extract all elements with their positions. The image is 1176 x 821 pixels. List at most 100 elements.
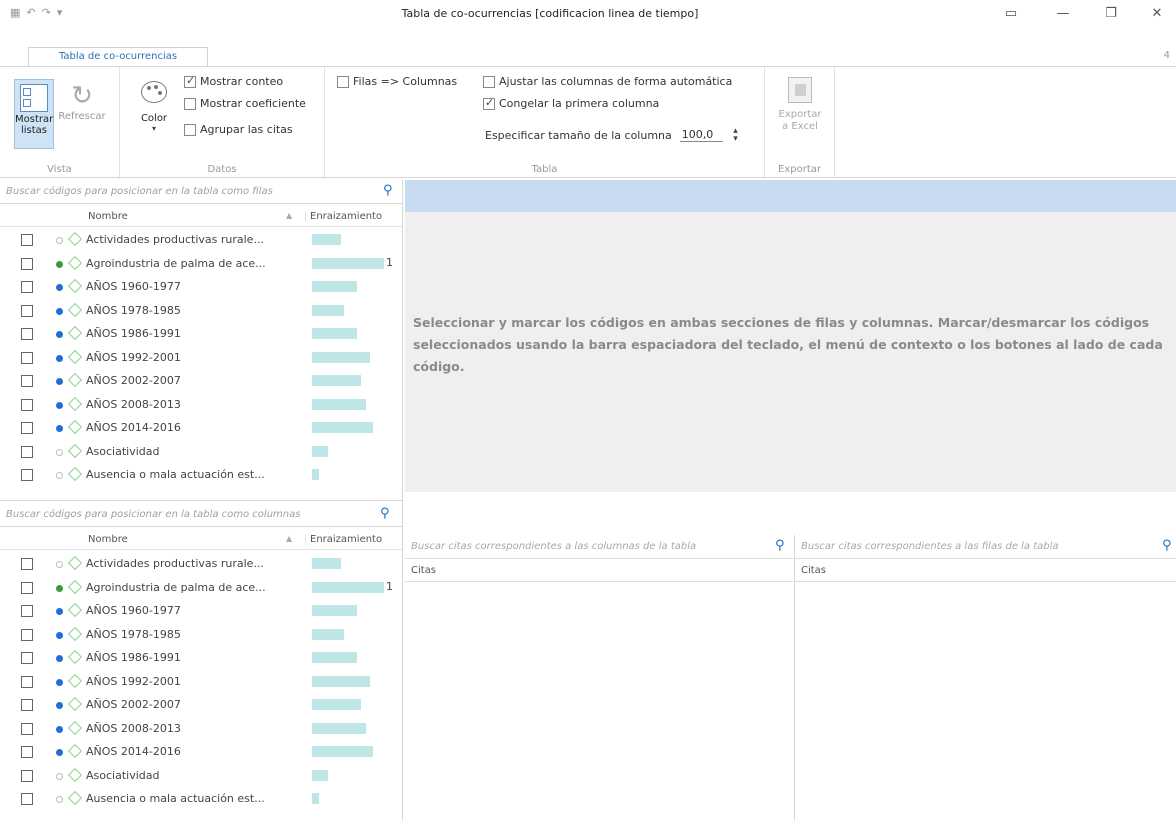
show-coefficient-box[interactable] (184, 97, 196, 110)
minimize-icon[interactable]: — (1048, 4, 1078, 24)
list-item[interactable]: AÑOS 1978-1985 (0, 624, 400, 648)
row-checkbox[interactable] (21, 746, 33, 758)
search-icon[interactable]: ⚲ (380, 506, 390, 521)
lists-icon (20, 84, 48, 112)
list-item[interactable]: Asociatividad (0, 765, 400, 789)
code-name: AÑOS 2014-2016 (86, 421, 181, 434)
search-icon[interactable]: ⚲ (775, 538, 785, 553)
row-checkbox[interactable] (21, 422, 33, 434)
cites-columns-search-input[interactable]: Buscar citas correspondientes a las colu… (411, 541, 696, 552)
list-item[interactable]: Ausencia o mala actuación est... (0, 788, 400, 812)
row-checkbox[interactable] (21, 558, 33, 570)
list-item[interactable]: AÑOS 2014-2016 (0, 741, 400, 765)
rows-col-rooting[interactable]: Enraizamiento (305, 211, 382, 222)
row-checkbox[interactable] (21, 398, 33, 411)
show-lists-button[interactable]: Mostrar listas (14, 79, 54, 149)
group-label-datos: Datos (207, 164, 237, 175)
list-item[interactable]: AÑOS 2008-2013 (0, 718, 400, 742)
horizontal-splitter[interactable] (0, 500, 402, 501)
rows-col-name[interactable]: Nombre (88, 211, 128, 222)
group-label-exportar: Exportar (778, 164, 821, 175)
export-excel-button[interactable]: Exportar a Excel (773, 77, 827, 149)
code-name: AÑOS 1960-1977 (86, 604, 181, 617)
column-size-label: Especificar tamaño de la columna (485, 128, 672, 142)
auto-fit-columns-box[interactable] (483, 75, 495, 88)
status-dot-icon (56, 772, 63, 780)
row-checkbox[interactable] (21, 769, 33, 782)
maximize-icon[interactable]: ❐ (1096, 4, 1126, 24)
list-item[interactable]: Agroindustria de palma de ace... 1 (0, 253, 400, 277)
cols-search-bar: Buscar códigos para posicionar en la tab… (0, 503, 402, 527)
row-checkbox[interactable] (21, 469, 33, 481)
column-size-spinner-icon[interactable]: ▴ ▾ (733, 127, 738, 144)
list-item[interactable]: Asociatividad (0, 441, 400, 465)
freeze-first-column-checkbox[interactable]: Congelar la primera columna (483, 96, 659, 110)
list-item[interactable]: Actividades productivas rurale... (0, 229, 400, 253)
rows-to-columns-box[interactable] (337, 75, 349, 88)
row-checkbox[interactable] (21, 304, 33, 317)
auto-fit-columns-checkbox[interactable]: Ajustar las columnas de forma automática (483, 75, 732, 88)
row-checkbox[interactable] (21, 445, 33, 458)
show-count-checkbox[interactable]: Mostrar conteo (184, 74, 283, 88)
list-item[interactable]: AÑOS 1992-2001 (0, 671, 400, 695)
cites-columns-title[interactable]: Citas (411, 565, 436, 576)
search-icon[interactable]: ⚲ (1162, 538, 1172, 553)
show-count-box[interactable] (184, 74, 196, 88)
rows-search-input[interactable]: Buscar códigos para posicionar en la tab… (6, 186, 366, 197)
cites-splitter[interactable] (794, 535, 795, 821)
sort-asc-icon: ▲ (286, 534, 293, 543)
row-checkbox[interactable] (21, 793, 33, 805)
list-item[interactable]: AÑOS 1960-1977 (0, 276, 400, 300)
row-checkbox[interactable] (21, 628, 33, 641)
vertical-splitter[interactable] (402, 180, 403, 821)
row-checkbox[interactable] (21, 281, 33, 293)
list-item[interactable]: AÑOS 2008-2013 (0, 394, 400, 418)
list-item[interactable]: Actividades productivas rurale... (0, 553, 400, 577)
close-icon[interactable]: ✕ (1142, 4, 1172, 24)
list-item[interactable]: AÑOS 1978-1985 (0, 300, 400, 324)
cols-search-input[interactable]: Buscar códigos para posicionar en la tab… (6, 509, 366, 520)
tab-co-occurrence-table[interactable]: Tabla de co-ocurrencias (28, 47, 208, 67)
row-checkbox[interactable] (21, 675, 33, 688)
cols-col-name[interactable]: Nombre (88, 534, 128, 545)
list-item[interactable]: AÑOS 1960-1977 (0, 600, 400, 624)
ribbon-display-icon[interactable]: ▭ (996, 4, 1026, 24)
cols-col-rooting[interactable]: Enraizamiento (305, 534, 382, 545)
title-bar: ▦ ↶ ↷ ▾ Tabla de co-ocurrencias [codific… (0, 0, 1176, 28)
show-coefficient-checkbox[interactable]: Mostrar coeficiente (184, 97, 306, 110)
list-item[interactable]: AÑOS 2002-2007 (0, 694, 400, 718)
code-diamond-icon (67, 231, 83, 247)
freeze-first-column-box[interactable] (483, 96, 495, 110)
group-quotes-checkbox[interactable]: Agrupar las citas (184, 123, 293, 136)
refresh-button[interactable]: ↻ Refrescar (58, 79, 106, 149)
row-checkbox[interactable] (21, 652, 33, 664)
row-checkbox[interactable] (21, 699, 33, 711)
row-checkbox[interactable] (21, 605, 33, 617)
group-tabla: Filas => Columnas Ajustar las columnas d… (325, 67, 765, 179)
code-diamond-icon (67, 466, 83, 482)
cites-rows-search-input[interactable]: Buscar citas correspondientes a las fila… (801, 541, 1059, 552)
status-dot-icon (56, 655, 63, 662)
search-icon[interactable]: ⚲ (383, 183, 393, 198)
row-checkbox[interactable] (21, 581, 33, 594)
row-checkbox[interactable] (21, 375, 33, 387)
row-checkbox[interactable] (21, 351, 33, 364)
list-item[interactable]: AÑOS 1986-1991 (0, 647, 400, 671)
rows-to-columns-checkbox[interactable]: Filas => Columnas (337, 75, 457, 88)
code-diamond-icon (67, 302, 83, 317)
row-checkbox[interactable] (21, 722, 33, 735)
column-size-input[interactable]: 100,0 (679, 128, 724, 142)
row-checkbox[interactable] (21, 234, 33, 246)
list-item[interactable]: AÑOS 2014-2016 (0, 417, 400, 441)
list-item[interactable]: AÑOS 1986-1991 (0, 323, 400, 347)
group-quotes-box[interactable] (184, 123, 196, 136)
list-item[interactable]: Ausencia o mala actuación est... (0, 464, 400, 488)
row-checkbox[interactable] (21, 257, 33, 270)
list-item[interactable]: AÑOS 2002-2007 (0, 370, 400, 394)
color-button[interactable]: Color ▾ (134, 81, 174, 151)
list-item[interactable]: AÑOS 1992-2001 (0, 347, 400, 371)
list-item[interactable]: Agroindustria de palma de ace... 1 (0, 577, 400, 601)
cites-rows-title[interactable]: Citas (801, 565, 826, 576)
row-checkbox[interactable] (21, 328, 33, 340)
palette-icon (141, 81, 167, 103)
